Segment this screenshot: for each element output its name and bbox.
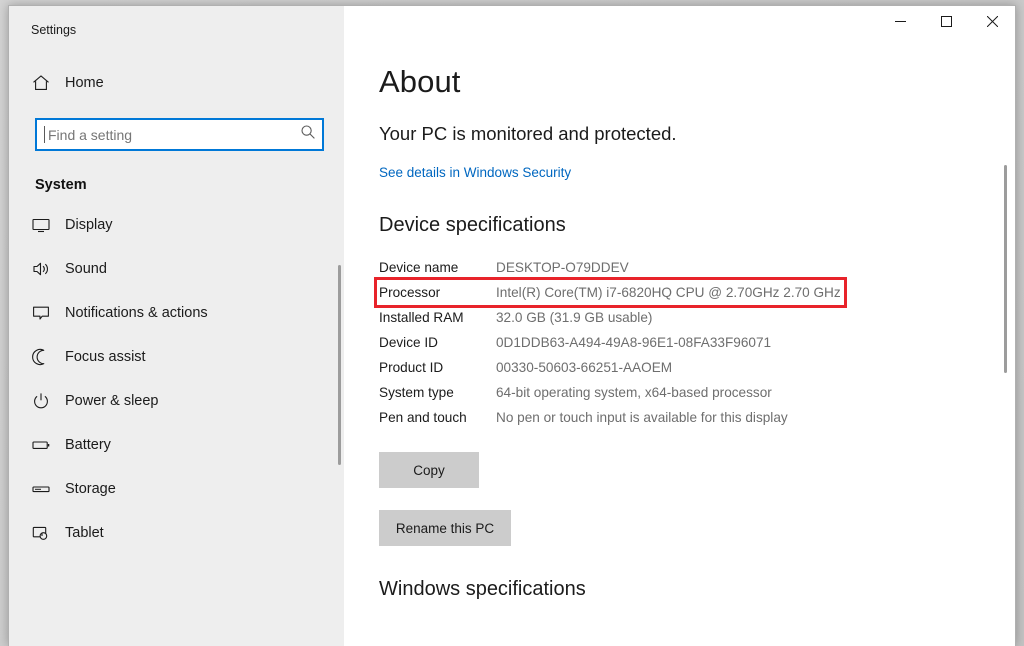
spec-value: 64-bit operating system, x64-based proce… (496, 380, 841, 405)
table-row: Device ID 0D1DDB63-A494-49A8-96E1-08FA33… (379, 330, 841, 355)
battery-icon (31, 435, 65, 455)
sidebar-item-notifications-actions[interactable]: Notifications & actions (9, 291, 344, 335)
sidebar-item-battery[interactable]: Battery (9, 423, 344, 467)
sidebar-item-sound[interactable]: Sound (9, 247, 344, 291)
copy-button[interactable]: Copy (379, 452, 479, 488)
close-button[interactable] (969, 6, 1015, 37)
spec-label: Pen and touch (379, 405, 496, 430)
sidebar-item-label: Battery (65, 437, 111, 453)
window-body: Home System (9, 50, 1015, 646)
spec-label: Product ID (379, 355, 496, 380)
sidebar-scrollbar-thumb[interactable] (338, 265, 341, 465)
table-row: Pen and touch No pen or touch input is a… (379, 405, 841, 430)
spec-label: Processor (379, 280, 496, 305)
minimize-button[interactable] (877, 6, 923, 37)
settings-window: Settings (8, 5, 1016, 646)
content-area: About Your PC is monitored and protected… (344, 50, 1015, 646)
sidebar-item-power-sleep[interactable]: Power & sleep (9, 379, 344, 423)
spec-value: 0D1DDB63-A494-49A8-96E1-08FA33F96071 (496, 330, 841, 355)
table-row: Product ID 00330-50603-66251-AAOEM (379, 355, 841, 380)
table-row: System type 64-bit operating system, x64… (379, 380, 841, 405)
moon-icon (31, 347, 65, 367)
tablet-icon (31, 523, 65, 543)
spec-label: System type (379, 380, 496, 405)
table-row: Installed RAM 32.0 GB (31.9 GB usable) (379, 305, 841, 330)
app-title: Settings (31, 19, 76, 37)
title-bar[interactable]: Settings (9, 6, 1015, 50)
device-specifications-table: Device name DESKTOP-O79DDEV Processor In… (379, 255, 841, 430)
windows-specifications-heading: Windows specifications (379, 578, 1015, 601)
home-icon (31, 73, 65, 93)
sidebar-item-display[interactable]: Display (9, 203, 344, 247)
page-title: About (379, 64, 1015, 100)
content-inner: About Your PC is monitored and protected… (379, 64, 1015, 601)
sidebar-item-label: Tablet (65, 525, 104, 541)
monitor-icon (31, 215, 65, 235)
sidebar-item-label: Sound (65, 261, 107, 277)
sidebar-item-label: Display (65, 217, 113, 233)
speaker-icon (31, 259, 65, 279)
spec-value: Intel(R) Core(TM) i7-6820HQ CPU @ 2.70GH… (496, 280, 841, 305)
spec-value: No pen or touch input is available for t… (496, 405, 841, 430)
sidebar-item-storage[interactable]: Storage (9, 467, 344, 511)
table-row: Processor Intel(R) Core(TM) i7-6820HQ CP… (379, 280, 841, 305)
title-bar-left: Settings (9, 6, 344, 50)
sidebar-item-label: Storage (65, 481, 116, 497)
spec-value: 00330-50603-66251-AAOEM (496, 355, 841, 380)
content-scrollbar-thumb[interactable] (1004, 165, 1007, 373)
rename-pc-button[interactable]: Rename this PC (379, 510, 511, 546)
sidebar: Home System (9, 50, 344, 646)
windows-security-link[interactable]: See details in Windows Security (379, 165, 571, 180)
search-icon[interactable] (300, 124, 316, 145)
storage-icon (31, 479, 65, 499)
spec-label: Device ID (379, 330, 496, 355)
spec-value: 32.0 GB (31.9 GB usable) (496, 305, 841, 330)
sidebar-item-home[interactable]: Home (9, 60, 344, 106)
search-box[interactable] (35, 118, 324, 151)
sidebar-section-title: System (9, 151, 344, 203)
sidebar-item-label: Notifications & actions (65, 305, 208, 321)
spec-value: DESKTOP-O79DDEV (496, 255, 841, 280)
spec-label: Device name (379, 255, 496, 280)
protection-status: Your PC is monitored and protected. (379, 123, 1015, 145)
notification-icon (31, 303, 65, 323)
window-controls (344, 6, 1015, 50)
maximize-button[interactable] (923, 6, 969, 37)
sidebar-item-focus-assist[interactable]: Focus assist (9, 335, 344, 379)
spec-label: Installed RAM (379, 305, 496, 330)
desktop-background: Settings (0, 0, 1024, 646)
search-input[interactable] (46, 127, 300, 143)
sidebar-item-label: Power & sleep (65, 393, 159, 409)
table-row: Device name DESKTOP-O79DDEV (379, 255, 841, 280)
power-icon (31, 391, 65, 411)
sidebar-item-label: Focus assist (65, 349, 146, 365)
sidebar-item-tablet[interactable]: Tablet (9, 511, 344, 555)
device-specifications-heading: Device specifications (379, 214, 1015, 237)
text-caret (44, 126, 45, 143)
sidebar-item-label-home: Home (65, 75, 104, 91)
